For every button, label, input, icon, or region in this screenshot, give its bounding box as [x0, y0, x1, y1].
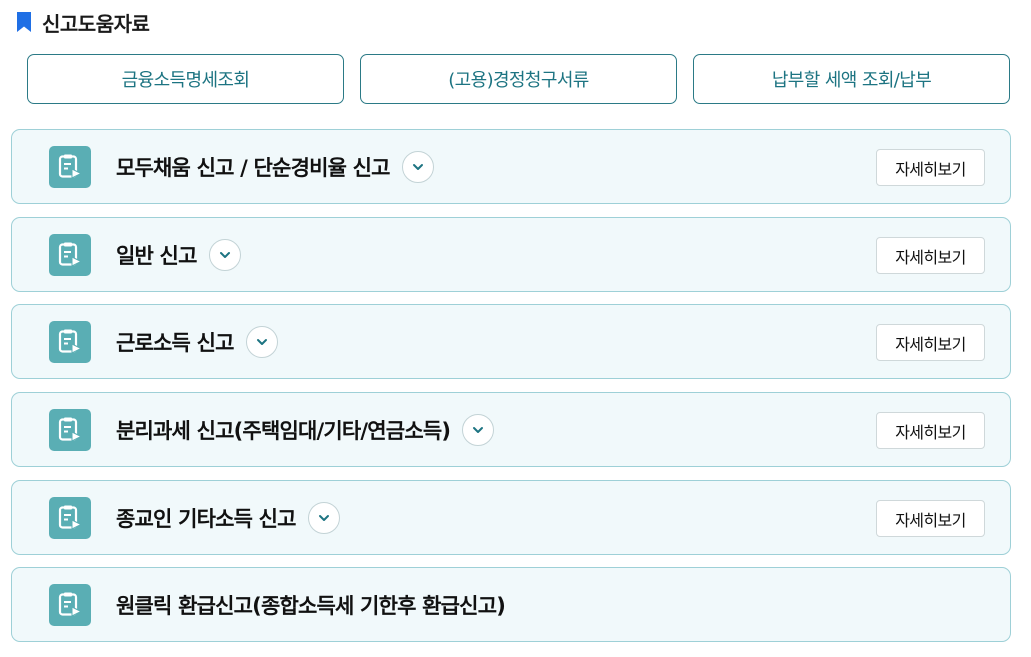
card-title: 일반 신고: [116, 243, 197, 268]
view-details-button[interactable]: 자세히보기: [876, 149, 985, 186]
document-play-icon: [49, 409, 91, 451]
chevron-down-icon: [256, 338, 267, 345]
expand-toggle-button[interactable]: [307, 501, 340, 534]
chevron-down-icon: [318, 514, 329, 521]
report-card-separate-taxation: 분리과세 신고(주택임대/기타/연금소득) 자세히보기: [11, 392, 1011, 467]
document-play-icon: [49, 497, 91, 539]
expand-toggle-button[interactable]: [245, 325, 278, 358]
chevron-down-icon: [412, 163, 423, 170]
report-card-earned-income: 근로소득 신고 자세히보기: [11, 304, 1011, 379]
card-title-group: 모두채움 신고 / 단순경비율 신고: [116, 130, 434, 203]
document-play-icon: [49, 146, 91, 188]
card-title: 원클릭 환급신고(종합소득세 기한후 환급신고): [116, 593, 506, 618]
chevron-down-icon: [473, 426, 484, 433]
expand-toggle-button[interactable]: [208, 238, 241, 271]
card-title-group: 종교인 기타소득 신고: [116, 481, 340, 554]
quick-links: 금융소득명세조회 (고용)경정청구서류 납부할 세액 조회/납부: [27, 54, 1010, 104]
card-title: 분리과세 신고(주택임대/기타/연금소득): [116, 418, 451, 443]
document-play-icon: [49, 584, 91, 626]
chevron-down-icon: [219, 251, 230, 258]
report-card-one-click-refund[interactable]: 원클릭 환급신고(종합소득세 기한후 환급신고): [11, 567, 1011, 642]
tax-payment-lookup-button[interactable]: 납부할 세액 조회/납부: [693, 54, 1010, 104]
card-title-group: 원클릭 환급신고(종합소득세 기한후 환급신고): [116, 568, 506, 641]
report-card-religious-income: 종교인 기타소득 신고 자세히보기: [11, 480, 1011, 555]
card-title-group: 일반 신고: [116, 218, 241, 291]
expand-toggle-button[interactable]: [401, 150, 434, 183]
view-details-button[interactable]: 자세히보기: [876, 500, 985, 537]
view-details-button[interactable]: 자세히보기: [876, 412, 985, 449]
expand-toggle-button[interactable]: [462, 413, 495, 446]
financial-income-lookup-button[interactable]: 금융소득명세조회: [27, 54, 344, 104]
view-details-button[interactable]: 자세히보기: [876, 237, 985, 274]
view-details-button[interactable]: 자세히보기: [876, 324, 985, 361]
card-title: 근로소득 신고: [116, 330, 234, 355]
bookmark-icon: [17, 12, 31, 32]
document-play-icon: [49, 321, 91, 363]
card-title-group: 분리과세 신고(주택임대/기타/연금소득): [116, 393, 495, 466]
section-header: 신고도움자료: [15, 9, 150, 36]
section-title: 신고도움자료: [42, 11, 150, 36]
card-title: 종교인 기타소득 신고: [116, 506, 297, 531]
report-card-simple: 모두채움 신고 / 단순경비율 신고 자세히보기: [11, 129, 1011, 204]
card-title: 모두채움 신고 / 단순경비율 신고: [116, 155, 390, 180]
document-play-icon: [49, 234, 91, 276]
correction-claim-documents-button[interactable]: (고용)경정청구서류: [360, 54, 677, 104]
report-card-general: 일반 신고 자세히보기: [11, 217, 1011, 292]
card-title-group: 근로소득 신고: [116, 305, 278, 378]
